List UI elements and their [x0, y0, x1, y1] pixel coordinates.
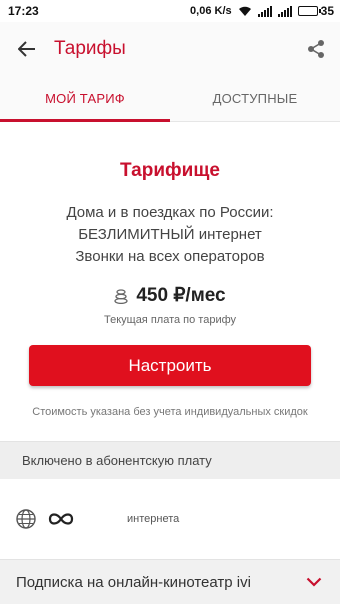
signal-2-icon — [277, 5, 292, 17]
battery-level: 35 — [320, 4, 334, 18]
tariff-name: Тарифище — [120, 160, 220, 181]
tariff-card: Тарифище Дома и в поездках по России: БЕ… — [0, 122, 340, 326]
subscription-label: Подписка на онлайн-кинотеатр ivi — [16, 573, 251, 591]
tab-available[interactable]: ДОСТУПНЫЕ — [170, 76, 340, 121]
app-bar: Тарифы — [0, 22, 340, 76]
price-note: Текущая плата по тарифу — [103, 314, 237, 326]
included-item-label: интернета — [127, 513, 180, 525]
infinity-icon — [48, 513, 74, 525]
subscription-row[interactable]: Подписка на онлайн-кинотеатр ivi — [0, 559, 340, 604]
globe-icon — [16, 509, 36, 529]
tariff-description: Дома и в поездках по России: БЕЗЛИМИТНЫЙ… — [0, 202, 340, 268]
included-item-internet: интернета — [0, 479, 340, 559]
price-row: 450 ₽/мес — [0, 284, 340, 307]
signal-1-icon — [257, 5, 272, 17]
tariff-description-line: Звонки на всех операторов — [75, 248, 265, 265]
tab-my-tariff[interactable]: МОЙ ТАРИФ — [0, 76, 170, 122]
network-speed: 0,06 K/s — [190, 5, 232, 17]
coins-icon — [114, 288, 128, 304]
tariff-description-line: Дома и в поездках по России: — [66, 204, 274, 221]
back-button[interactable] — [0, 22, 54, 76]
battery-icon — [297, 6, 321, 16]
tab-bar: МОЙ ТАРИФ ДОСТУПНЫЕ — [0, 76, 340, 122]
configure-button[interactable]: Настроить — [29, 345, 311, 386]
page-title: Тарифы — [54, 38, 126, 59]
share-button[interactable] — [292, 22, 340, 76]
tariff-price: 450 ₽/мес — [136, 285, 226, 306]
share-icon — [308, 40, 324, 58]
tariff-description-line: БЕЗЛИМИТНЫЙ интернет — [78, 226, 262, 243]
chevron-down-icon — [306, 577, 322, 587]
included-section-header: Включено в абонентскую плату — [0, 441, 340, 479]
status-bar: 17:23 0,06 K/s 35 — [0, 0, 340, 22]
price-disclaimer: Стоимость указана без учета индивидуальн… — [32, 406, 308, 418]
wifi-icon — [238, 6, 251, 16]
battery-indicator: 35 — [297, 4, 334, 18]
status-right: 0,06 K/s 35 — [190, 4, 334, 18]
arrow-back-icon — [18, 41, 35, 57]
status-time: 17:23 — [8, 4, 39, 18]
